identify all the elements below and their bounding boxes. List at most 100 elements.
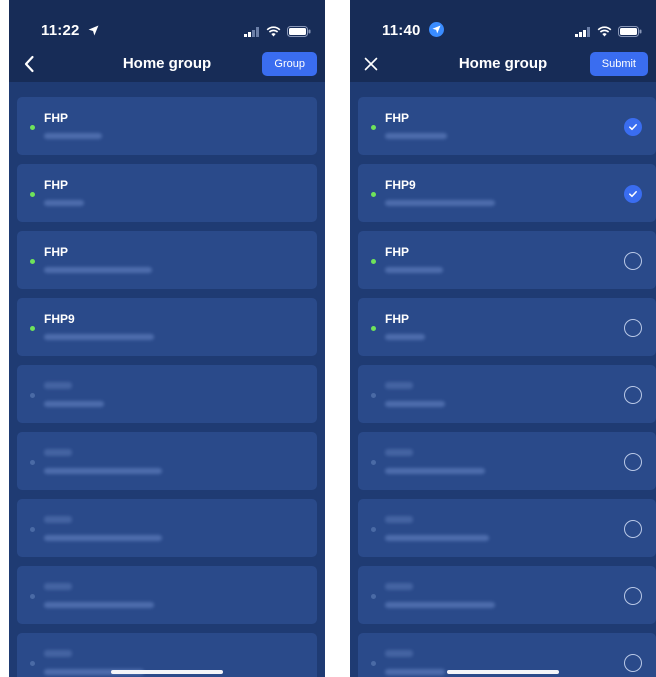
device-id-redacted — [44, 200, 84, 206]
online-status-dot — [30, 326, 35, 331]
check-circle-icon[interactable] — [624, 118, 642, 136]
device-id-redacted — [44, 602, 154, 608]
list-item[interactable] — [17, 566, 317, 624]
right-screen: 11:40 Home group Submit FHP FHP9 FHP FHP — [350, 0, 656, 677]
device-name-redacted — [385, 516, 413, 523]
device-id-redacted — [44, 267, 152, 273]
online-status-dot — [371, 125, 376, 130]
list-item[interactable]: FHP9 — [17, 298, 317, 356]
status-time: 11:22 — [41, 22, 99, 40]
check-circle-icon[interactable] — [624, 185, 642, 203]
empty-radio-icon[interactable] — [624, 319, 642, 337]
wifi-icon — [597, 24, 612, 42]
empty-radio-icon[interactable] — [624, 453, 642, 471]
device-name: FHP — [385, 111, 409, 125]
offline-status-dot — [30, 527, 35, 532]
battery-icon — [287, 24, 311, 42]
list-item[interactable] — [358, 566, 656, 624]
status-icons — [575, 24, 642, 42]
device-name: FHP — [385, 245, 409, 259]
offline-status-dot — [30, 594, 35, 599]
device-name: FHP9 — [44, 312, 75, 326]
online-status-dot — [371, 326, 376, 331]
device-id-redacted — [385, 200, 495, 206]
device-name: FHP — [385, 312, 409, 326]
offline-status-dot — [30, 460, 35, 465]
list-item[interactable] — [358, 365, 656, 423]
list-item[interactable] — [358, 499, 656, 557]
empty-radio-icon[interactable] — [624, 386, 642, 404]
list-item[interactable]: FHP — [358, 298, 656, 356]
device-name-redacted — [44, 583, 72, 590]
group-button[interactable]: Group — [262, 52, 317, 76]
nav-bar: Home group Group — [9, 46, 325, 82]
list-item[interactable]: FHP — [358, 231, 656, 289]
list-item[interactable] — [17, 432, 317, 490]
time-text: 11:40 — [382, 22, 421, 39]
device-name-redacted — [385, 449, 413, 456]
device-id-redacted — [385, 669, 445, 675]
device-list: FHP FHP FHP FHP9 — [17, 97, 317, 677]
location-arrow-icon — [88, 23, 99, 40]
home-indicator[interactable] — [111, 670, 223, 674]
device-name: FHP — [44, 245, 68, 259]
device-id-redacted — [44, 133, 102, 139]
status-bar: 11:22 — [9, 0, 325, 46]
list-item[interactable] — [17, 499, 317, 557]
device-id-redacted — [44, 334, 154, 340]
submit-button[interactable]: Submit — [589, 52, 648, 76]
status-bar: 11:40 — [350, 0, 656, 46]
home-indicator[interactable] — [447, 670, 559, 674]
online-status-dot — [371, 259, 376, 264]
list-item[interactable]: FHP — [17, 97, 317, 155]
device-name-redacted — [44, 516, 72, 523]
offline-status-dot — [371, 393, 376, 398]
device-id-redacted — [385, 602, 495, 608]
status-icons — [244, 24, 311, 42]
offline-status-dot — [371, 460, 376, 465]
list-item[interactable]: FHP — [358, 97, 656, 155]
online-status-dot — [30, 192, 35, 197]
device-id-redacted — [385, 468, 485, 474]
list-item[interactable]: FHP9 — [358, 164, 656, 222]
empty-radio-icon[interactable] — [624, 587, 642, 605]
device-id-redacted — [385, 133, 447, 139]
empty-radio-icon[interactable] — [624, 252, 642, 270]
signal-icon — [244, 24, 260, 42]
list-item[interactable] — [358, 432, 656, 490]
empty-radio-icon[interactable] — [624, 520, 642, 538]
device-select-list: FHP FHP9 FHP FHP — [358, 97, 656, 677]
device-name-redacted — [385, 583, 413, 590]
device-name: FHP — [44, 178, 68, 192]
nav-bar: Home group Submit — [350, 46, 656, 82]
empty-radio-icon[interactable] — [624, 654, 642, 672]
time-text: 11:22 — [41, 22, 80, 39]
device-id-redacted — [44, 401, 104, 407]
online-status-dot — [371, 192, 376, 197]
device-name-redacted — [44, 382, 72, 389]
offline-status-dot — [30, 661, 35, 666]
device-name-redacted — [44, 650, 72, 657]
offline-status-dot — [30, 393, 35, 398]
battery-icon — [618, 24, 642, 42]
device-name: FHP — [44, 111, 68, 125]
left-screen: 11:22 Home group Group FHP FHP FHP FHP9 — [9, 0, 325, 677]
device-id-redacted — [44, 468, 162, 474]
status-time: 11:40 — [382, 22, 444, 39]
wifi-icon — [266, 24, 281, 42]
device-id-redacted — [44, 535, 162, 541]
device-id-redacted — [385, 535, 489, 541]
list-item[interactable]: FHP — [17, 231, 317, 289]
offline-status-dot — [371, 661, 376, 666]
offline-status-dot — [371, 527, 376, 532]
signal-icon — [575, 24, 591, 42]
list-item[interactable]: FHP — [17, 164, 317, 222]
offline-status-dot — [371, 594, 376, 599]
list-item[interactable] — [17, 365, 317, 423]
device-name-redacted — [44, 449, 72, 456]
device-id-redacted — [385, 401, 445, 407]
device-name-redacted — [385, 650, 413, 657]
device-name: FHP9 — [385, 178, 416, 192]
device-id-redacted — [385, 267, 443, 273]
device-id-redacted — [385, 334, 425, 340]
